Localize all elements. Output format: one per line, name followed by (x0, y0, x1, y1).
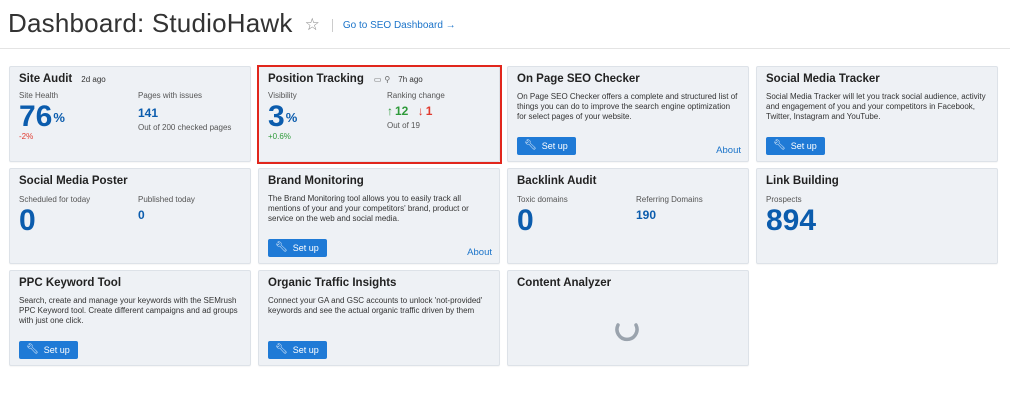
ranking-down-arrow-icon: ↓ (417, 104, 424, 118)
brand-monitoring-card: Brand Monitoring The Brand Monitoring to… (258, 168, 500, 264)
social-tracker-card: Social Media Tracker Social Media Tracke… (756, 66, 998, 162)
position-tracking-card[interactable]: Position Tracking ▭ ⚲ 7h ago Visibility 3%… (258, 66, 500, 162)
about-link[interactable]: About (467, 247, 492, 258)
setup-button[interactable]: 🔧︎ Set up (517, 137, 576, 155)
site-health-label: Site Health (19, 91, 59, 100)
card-title: Backlink Audit (517, 175, 597, 187)
about-link[interactable]: About (716, 145, 741, 156)
setup-button[interactable]: 🔧︎ Set up (19, 341, 78, 359)
card-title: PPC Keyword Tool (19, 277, 122, 289)
ranking-change-label: Ranking change (387, 91, 445, 100)
ranking-out-of: Out of 19 (387, 121, 420, 130)
card-title: Site Audit (19, 73, 73, 85)
visibility-label: Visibility (268, 91, 297, 100)
setup-button-label: Set up (541, 141, 568, 151)
prospects-value: 894 (766, 204, 817, 237)
desktop-icon: ▭ (373, 74, 382, 84)
wrench-icon: 🔧︎ (26, 344, 39, 355)
pages-issues-sub: Out of 200 checked pages (138, 123, 232, 132)
card-description: Connect your GA and GSC accounts to unlo… (268, 296, 483, 315)
referring-domains-label: Referring Domains (636, 195, 703, 204)
pages-issues-label: Pages with issues (138, 91, 203, 100)
page-header: Dashboard: StudioHawk ☆ Go to SEO Dashbo… (8, 6, 456, 40)
scheduled-label: Scheduled for today (19, 195, 91, 204)
card-description: Search, create and manage your keywords … (19, 296, 238, 325)
header-separator (0, 48, 1010, 49)
content-analyzer-card[interactable]: Content Analyzer (507, 270, 749, 366)
last-update: 2d ago (81, 74, 106, 84)
setup-button[interactable]: 🔧︎ Set up (766, 137, 825, 155)
toxic-domains-value: 0 (517, 204, 534, 237)
seo-dashboard-link[interactable]: Go to SEO Dashboard → (343, 20, 456, 31)
site-audit-card[interactable]: Site Audit 2d ago Site Health 76% -2% Pag… (9, 66, 251, 162)
card-title: Brand Monitoring (268, 175, 364, 187)
link-building-card[interactable]: Link Building Prospects 894 (756, 168, 998, 264)
organic-traffic-card: Organic Traffic Insights Connect your GA… (258, 270, 500, 366)
card-description: The Brand Monitoring tool allows you to … (268, 194, 469, 223)
ppc-keyword-card: PPC Keyword Tool Search, create and mana… (9, 270, 251, 366)
card-title: Content Analyzer (517, 277, 612, 289)
page-title: Dashboard: StudioHawk (8, 7, 293, 38)
header-divider (331, 19, 333, 32)
visibility-value: 3 (268, 100, 285, 133)
card-title: Organic Traffic Insights (268, 277, 397, 289)
setup-button-label: Set up (790, 141, 817, 151)
setup-button-label: Set up (292, 243, 319, 253)
ranking-up-arrow-icon: ↑ (387, 104, 393, 118)
scheduled-value: 0 (19, 204, 36, 237)
favorite-star-icon[interactable]: ☆ (305, 15, 320, 35)
on-page-seo-card: On Page SEO Checker On Page SEO Checker … (507, 66, 749, 162)
loading-spinner-icon (615, 323, 639, 342)
location-pin-icon: ⚲ (384, 74, 391, 84)
referring-domains-value[interactable]: 190 (636, 208, 703, 222)
backlink-audit-card[interactable]: Backlink Audit Toxic domains 0 Referring… (507, 168, 749, 264)
card-description: Social Media Tracker will let you track … (766, 92, 986, 121)
toxic-domains-label: Toxic domains (517, 195, 568, 204)
published-value: 0 (138, 208, 145, 222)
setup-button[interactable]: 🔧︎ Set up (268, 239, 327, 257)
prospects-label: Prospects (766, 195, 802, 204)
site-health-change: -2% (19, 132, 34, 141)
setup-button[interactable]: 🔧︎ Set up (268, 341, 327, 359)
visibility-change: +0.6% (268, 132, 291, 141)
wrench-icon: 🔧︎ (524, 140, 537, 151)
site-health-unit: % (53, 110, 65, 125)
pages-issues-value[interactable]: 141 (138, 106, 231, 120)
wrench-icon: 🔧︎ (275, 242, 288, 253)
visibility-unit: % (285, 110, 298, 125)
card-title: Social Media Tracker (766, 73, 880, 85)
ranking-down-value[interactable]: 1 (426, 104, 433, 118)
social-poster-card[interactable]: Social Media Poster Scheduled for today … (9, 168, 251, 264)
wrench-icon: 🔧︎ (773, 140, 786, 151)
card-title: On Page SEO Checker (517, 73, 640, 85)
card-title: Social Media Poster (19, 175, 128, 187)
wrench-icon: 🔧︎ (275, 344, 288, 355)
site-health-value: 76 (19, 100, 53, 133)
ranking-up-value[interactable]: 12 (395, 104, 408, 118)
setup-button-label: Set up (43, 345, 70, 355)
published-label: Published today (138, 195, 195, 204)
last-update: 7h ago (398, 74, 423, 84)
card-title: Position Tracking (268, 73, 364, 85)
card-title: Link Building (766, 175, 839, 187)
card-description: On Page SEO Checker offers a complete an… (517, 92, 738, 121)
setup-button-label: Set up (292, 345, 319, 355)
